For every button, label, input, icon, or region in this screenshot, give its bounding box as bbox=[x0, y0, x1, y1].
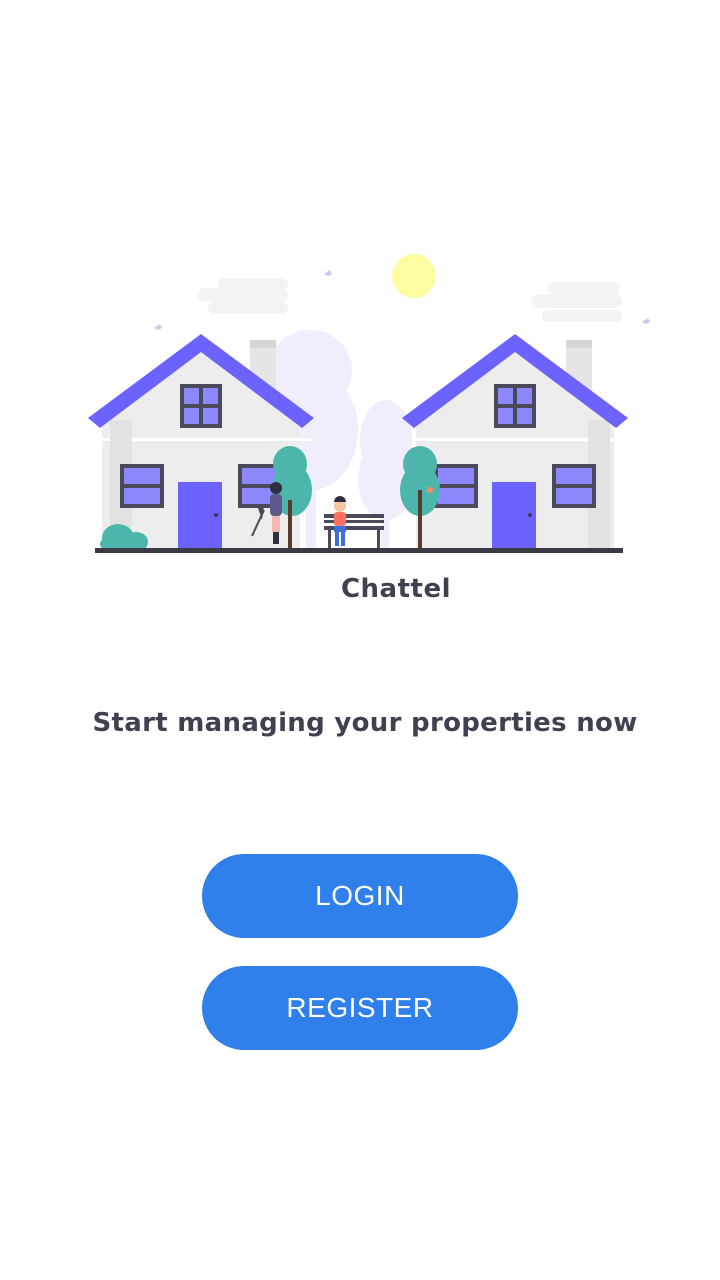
sitting-person-icon bbox=[334, 496, 346, 546]
right-house-icon bbox=[402, 334, 628, 550]
login-button[interactable]: LOGIN bbox=[202, 854, 518, 938]
tagline: Start managing your properties now bbox=[92, 708, 638, 738]
cloud-icon bbox=[532, 282, 622, 322]
sun-icon bbox=[392, 254, 436, 298]
register-button[interactable]: REGISTER bbox=[202, 966, 518, 1050]
ground-line bbox=[95, 548, 623, 553]
app-name: Chattel bbox=[340, 574, 452, 604]
cloud-icon bbox=[198, 278, 288, 314]
welcome-screen: Chattel Start managing your properties n… bbox=[0, 0, 720, 1280]
bench-icon bbox=[324, 514, 384, 548]
neighborhood-houses-illustration bbox=[88, 254, 650, 553]
